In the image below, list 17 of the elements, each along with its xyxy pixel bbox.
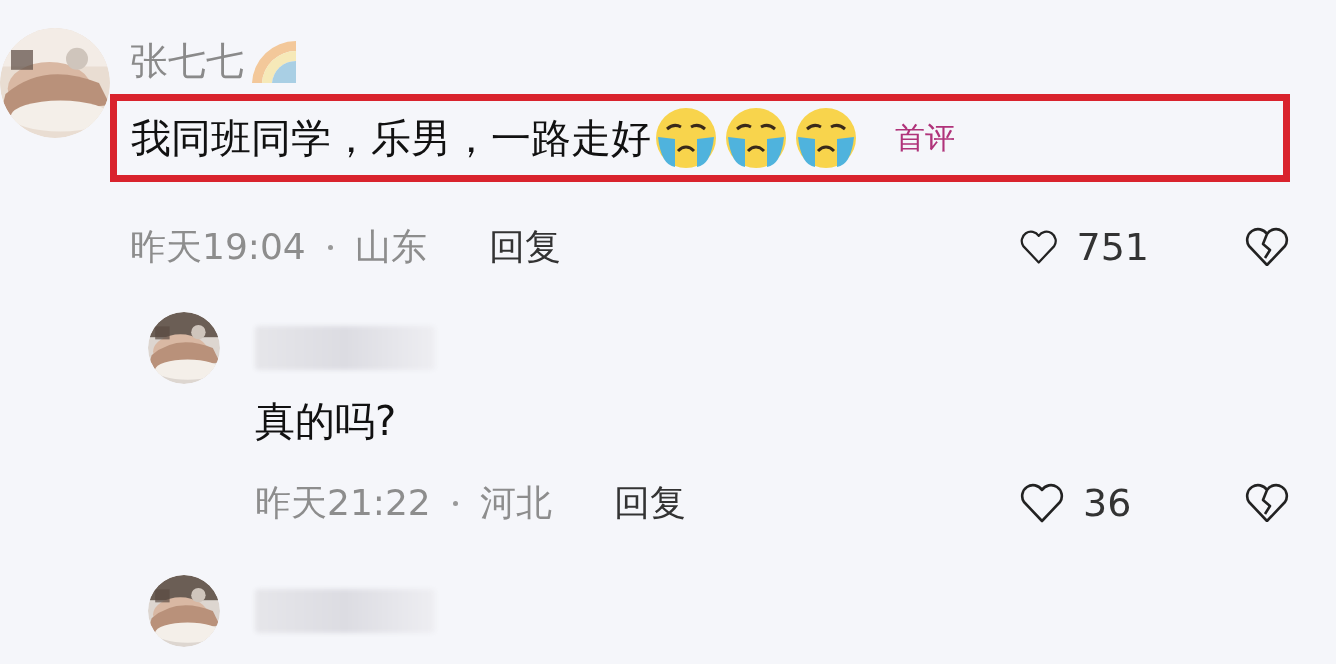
reply-button[interactable]: 回复 bbox=[488, 222, 561, 272]
reply-button[interactable]: 回复 bbox=[613, 478, 686, 528]
comment-time: 昨天19:04 bbox=[130, 224, 306, 269]
comment-location: 河北 bbox=[479, 480, 552, 525]
crying-face-icon bbox=[655, 107, 717, 169]
broken-heart-icon[interactable] bbox=[1244, 226, 1290, 268]
first-comment-label: 首评 bbox=[895, 118, 955, 157]
broken-heart-icon[interactable] bbox=[1244, 482, 1290, 524]
like-count: 751 bbox=[1076, 225, 1149, 269]
comment-text: 真的吗? bbox=[255, 397, 397, 446]
like-count: 36 bbox=[1083, 481, 1132, 525]
crying-face-icon bbox=[725, 107, 787, 169]
heart-icon[interactable] bbox=[1019, 482, 1065, 524]
comment-text: 我同班同学，乐男，一路走好 bbox=[131, 113, 651, 163]
crying-face-icon bbox=[795, 107, 857, 169]
comment-location: 山东 bbox=[354, 224, 427, 269]
comment-time: 昨天21:22 bbox=[255, 480, 431, 525]
